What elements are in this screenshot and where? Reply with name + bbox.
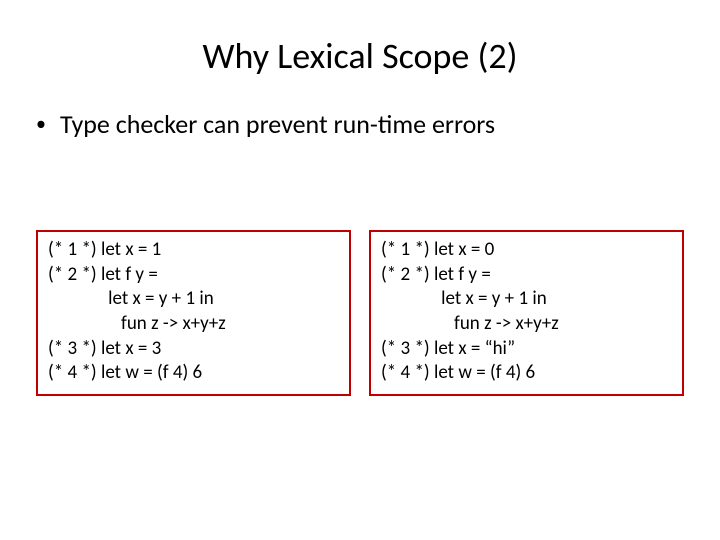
- bullet-item: • Type checker can prevent run-time erro…: [36, 108, 690, 140]
- code-line: (* 4 *) let w = (f 4) 6: [48, 361, 202, 384]
- code-line: (* 3 *) let x = “hi”: [381, 337, 515, 360]
- code-boxes-row: (* 1 *) let x = 1 (* 2 *) let f y = let …: [30, 230, 690, 396]
- code-line: (* 2 *) let f y =: [381, 263, 491, 286]
- code-line: let x = y + 1 in: [381, 287, 547, 310]
- code-line: (* 3 *) let x = 3: [48, 337, 161, 360]
- bullet-dot-icon: •: [36, 108, 46, 140]
- code-line: (* 2 *) let f y =: [48, 263, 158, 286]
- code-line: let x = y + 1 in: [48, 287, 214, 310]
- slide: Why Lexical Scope (2) • Type checker can…: [0, 0, 720, 540]
- code-line: fun z -> x+y+z: [48, 312, 226, 335]
- code-line: (* 1 *) let x = 0: [381, 238, 494, 261]
- code-box-right: (* 1 *) let x = 0 (* 2 *) let f y = let …: [369, 230, 684, 396]
- code-line: (* 1 *) let x = 1: [48, 238, 161, 261]
- code-box-left: (* 1 *) let x = 1 (* 2 *) let f y = let …: [36, 230, 351, 396]
- code-line: (* 4 *) let w = (f 4) 6: [381, 361, 535, 384]
- bullet-text: Type checker can prevent run-time errors: [60, 108, 495, 140]
- code-line: fun z -> x+y+z: [381, 312, 559, 335]
- slide-title: Why Lexical Scope (2): [30, 34, 690, 78]
